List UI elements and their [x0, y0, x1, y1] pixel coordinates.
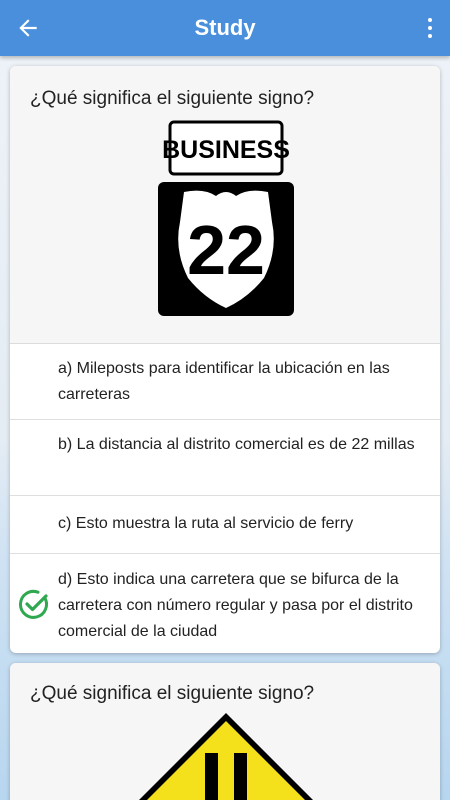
question-text: ¿Qué significa el siguiente signo? — [30, 88, 315, 109]
answer-option-a[interactable]: a) Mileposts para identificar la ubicaci… — [10, 344, 440, 420]
check-circle-icon — [19, 589, 48, 619]
sign-business-label: BUSINESS — [162, 136, 290, 164]
question-text-2: ¿Qué significa el siguiente signo? — [30, 683, 315, 704]
question-header: ¿Qué significa el siguiente signo? BUSIN… — [10, 66, 440, 344]
page-title: Study — [194, 15, 256, 40]
question-card-2: ¿Qué significa el siguiente signo? — [10, 663, 440, 800]
app-bar: Study — [0, 0, 450, 56]
answer-d-label: d) Esto indica una carretera que se bifu… — [58, 571, 413, 640]
answer-option-d[interactable]: d) Esto indica una carretera que se bifu… — [10, 554, 440, 652]
answer-option-c[interactable]: c) Esto muestra la ruta al servicio de f… — [10, 496, 440, 554]
more-vertical-icon[interactable] — [420, 14, 440, 42]
answer-b-label: b) La distancia al distrito comercial es… — [58, 436, 415, 453]
question-card: ¿Qué significa el siguiente signo? BUSIN… — [10, 66, 440, 653]
answer-c-label: c) Esto muestra la ruta al servicio de f… — [58, 515, 354, 532]
sign-route-number: 22 — [187, 211, 265, 289]
answer-a-label: a) Mileposts para identificar la ubicaci… — [58, 360, 390, 403]
answer-option-b[interactable]: b) La distancia al distrito comercial es… — [10, 420, 440, 496]
business-route-sign-image: BUSINESS 22 — [158, 120, 294, 316]
warning-sign-image — [139, 713, 313, 800]
question-header-2: ¿Qué significa el siguiente signo? — [10, 663, 440, 800]
